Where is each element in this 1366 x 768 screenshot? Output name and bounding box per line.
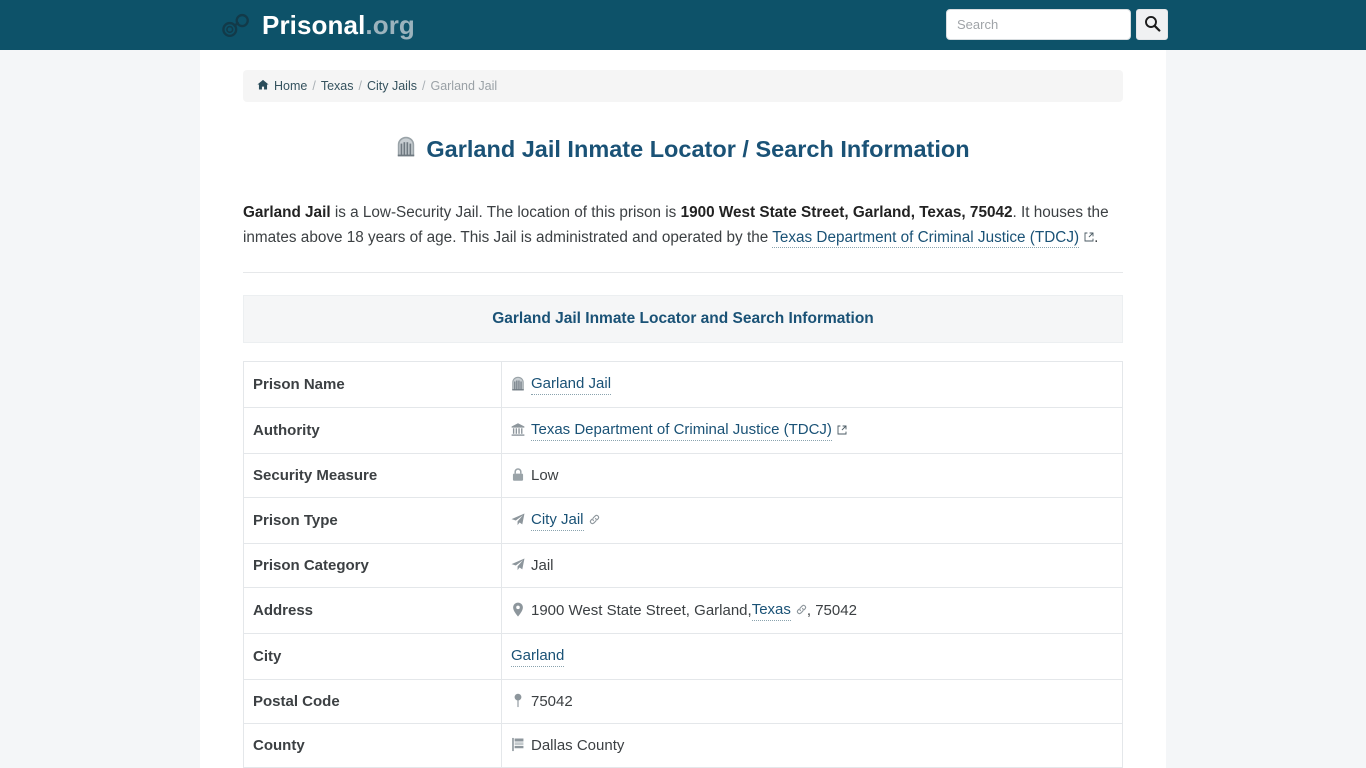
postal-code-value: 75042 — [531, 693, 573, 711]
table-row: Address 1900 West State Street, Garland, — [243, 587, 1123, 635]
brand-tld: .org — [365, 10, 415, 40]
brand-name: Prisonal — [262, 10, 366, 40]
row-key: County — [243, 723, 502, 768]
dungeon-icon — [396, 135, 416, 163]
content-container: Home / Texas / City Jails / Garland Jail — [200, 50, 1166, 768]
authority-link[interactable]: Texas Department of Criminal Justice (TD… — [531, 420, 832, 442]
search-submit-button[interactable] — [1136, 9, 1168, 40]
site-logo-link[interactable]: Prisonal.org — [220, 12, 415, 38]
address-suffix: , 75042 — [806, 602, 857, 620]
table-row: City Garland — [243, 633, 1123, 681]
site-header: Prisonal.org — [0, 0, 1366, 50]
page-title: Garland Jail Inmate Locator / Search Inf… — [243, 135, 1123, 163]
table-row: Prison Category Jail — [243, 543, 1123, 589]
page-title-text: Garland Jail Inmate Locator / Search Inf… — [426, 136, 970, 162]
home-icon — [257, 79, 274, 93]
row-key: Prison Type — [243, 497, 502, 545]
row-key: Authority — [243, 407, 502, 455]
row-key: Security Measure — [243, 453, 502, 499]
breadcrumb: Home / Texas / City Jails / Garland Jail — [243, 70, 1123, 102]
table-row: County Dallas County — [243, 723, 1123, 768]
brand-text: Prisonal.org — [262, 12, 415, 38]
external-link-icon — [832, 421, 847, 440]
city-link[interactable]: Garland — [511, 646, 565, 668]
lock-icon — [511, 466, 531, 485]
table-row: Prison Name Garland Jail — [243, 361, 1123, 409]
row-value: Texas Department of Criminal Justice (TD… — [501, 407, 1123, 455]
table-row: Authority Texas Department of Criminal J… — [243, 407, 1123, 455]
link-icon — [584, 511, 600, 530]
table-row: Prison Type City Jail — [243, 497, 1123, 545]
section-divider — [243, 272, 1123, 274]
intro-prison-name: Garland Jail — [243, 204, 331, 222]
breadcrumb-item-current: Garland Jail — [430, 79, 498, 93]
dungeon-icon — [511, 375, 531, 394]
row-value: Low — [501, 453, 1123, 499]
breadcrumb-separator: / — [421, 79, 426, 93]
map-pin-icon — [511, 601, 531, 620]
search-input[interactable] — [946, 9, 1131, 40]
intro-text-5: . — [1094, 229, 1099, 247]
intro-address: 1900 West State Street, Garland, Texas, … — [680, 204, 1013, 222]
row-key: Prison Category — [243, 543, 502, 589]
bank-icon — [511, 421, 531, 440]
address-state-link[interactable]: Texas — [751, 600, 791, 622]
breadcrumb-item-texas[interactable]: Texas — [321, 79, 354, 93]
table-caption: Garland Jail Inmate Locator and Search I… — [243, 295, 1123, 344]
address-prefix: 1900 West State Street, Garland, — [531, 602, 752, 620]
row-value: 1900 West State Street, Garland, Texas ,… — [501, 587, 1123, 635]
breadcrumb-separator: / — [312, 79, 316, 93]
table-row: Security Measure Low — [243, 453, 1123, 499]
intro-paragraph: Garland Jail is a Low-Security Jail. The… — [243, 200, 1123, 250]
row-value: Garland — [501, 633, 1123, 681]
page-background: Home / Texas / City Jails / Garland Jail — [0, 50, 1366, 768]
row-value: Jail — [501, 543, 1123, 589]
row-key: Prison Name — [243, 361, 502, 409]
row-value: Garland Jail — [501, 361, 1123, 409]
prison-info-table: Prison Name Garland Jail Authority Texas… — [243, 361, 1123, 768]
breadcrumb-separator: / — [358, 79, 362, 93]
handcuffs-icon — [220, 12, 252, 38]
link-icon — [791, 601, 807, 620]
row-value: Dallas County — [501, 723, 1123, 768]
search-form — [946, 9, 1168, 40]
paper-plane-icon — [511, 511, 531, 530]
intro-text-2: is a Low-Security Jail. The location of … — [330, 204, 681, 222]
intro-authority-link[interactable]: Texas Department of Criminal Justice (TD… — [772, 229, 1080, 249]
county-value: Dallas County — [531, 737, 625, 755]
flag-icon — [511, 736, 531, 755]
breadcrumb-item-home[interactable]: Home — [274, 79, 307, 93]
row-key: Address — [243, 587, 502, 635]
security-measure-value: Low — [531, 467, 559, 485]
prison-type-link[interactable]: City Jail — [531, 510, 584, 532]
search-icon — [1144, 15, 1161, 35]
map-marker-icon — [511, 692, 531, 711]
table-row: Postal Code 75042 — [243, 679, 1123, 725]
intro-authority-link-text: Texas Department of Criminal Justice (TD… — [772, 229, 1080, 247]
paper-plane-icon — [511, 556, 531, 575]
breadcrumb-item-city-jails[interactable]: City Jails — [367, 79, 417, 93]
row-value: 75042 — [501, 679, 1123, 725]
prison-name-link[interactable]: Garland Jail — [531, 374, 612, 396]
prison-category-value: Jail — [531, 557, 554, 575]
row-key: Postal Code — [243, 679, 502, 725]
external-link-icon — [1079, 229, 1094, 246]
row-key: City — [243, 633, 502, 681]
row-value: City Jail — [501, 497, 1123, 545]
